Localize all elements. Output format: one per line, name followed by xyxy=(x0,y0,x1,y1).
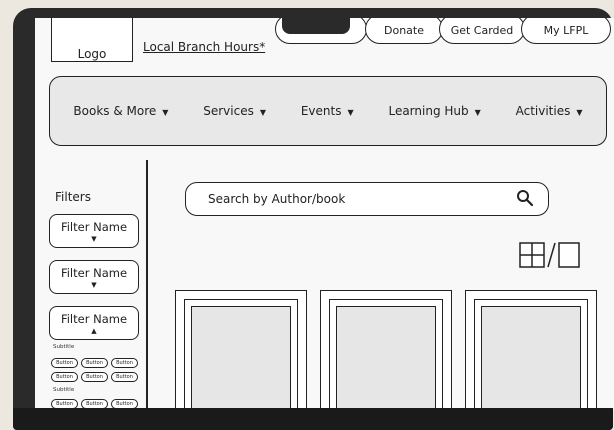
branch-hours-link[interactable]: Local Branch Hours* xyxy=(143,40,265,54)
filter-dropdown-3-expanded[interactable]: Filter Name ▲ xyxy=(49,306,139,340)
filter-option-button[interactable]: Button xyxy=(51,372,78,382)
filter-option-button[interactable]: Button xyxy=(81,372,108,382)
filter-option-button[interactable]: Button xyxy=(111,358,138,368)
chevron-down-icon: ▼ xyxy=(91,235,97,243)
laptop-bezel: Logo Local Branch Hours* Donate Get Card… xyxy=(13,8,614,430)
get-carded-button-label: Get Carded xyxy=(450,24,514,37)
chevron-up-icon: ▲ xyxy=(91,327,97,335)
search-icon[interactable] xyxy=(516,189,534,207)
sidebar-divider xyxy=(146,160,148,410)
filter-name-label: Filter Name xyxy=(60,266,128,280)
chevron-down-icon: ▼ xyxy=(259,108,267,117)
filter-subtitle: Subtitle xyxy=(53,387,75,393)
nav-item-label: Activities xyxy=(515,104,571,118)
filter-name-label: Filter Name xyxy=(60,312,128,326)
donate-button[interactable]: Donate xyxy=(365,18,443,44)
filter-option-button[interactable]: Button xyxy=(51,358,78,368)
search-bar[interactable]: Search by Author/book xyxy=(185,182,549,216)
nav-item-services[interactable]: Services ▼ xyxy=(203,104,266,118)
get-carded-button[interactable]: Get Carded xyxy=(439,18,525,44)
book-card-frame xyxy=(474,299,588,410)
main-nav: Books & More ▼ Services ▼ Events ▼ Learning… xyxy=(49,76,607,146)
filters-title: Filters xyxy=(55,190,91,204)
filter-option-button[interactable]: Button xyxy=(81,358,108,368)
my-account-button[interactable]: My LFPL xyxy=(521,18,611,44)
book-card[interactable] xyxy=(175,290,307,410)
camera-notch xyxy=(282,12,350,34)
grid-view-icon[interactable] xyxy=(519,242,545,268)
nav-item-events[interactable]: Events ▼ xyxy=(301,104,354,118)
view-toggle xyxy=(519,242,580,268)
screen: Logo Local Branch Hours* Donate Get Card… xyxy=(35,18,614,410)
nav-item-label: Services xyxy=(203,104,254,118)
list-view-icon[interactable] xyxy=(558,242,580,268)
logo-text: Logo xyxy=(77,47,107,61)
book-card-frame xyxy=(329,299,443,410)
nav-item-label: Learning Hub xyxy=(388,104,469,118)
chevron-down-icon: ▼ xyxy=(576,108,583,117)
book-card[interactable] xyxy=(465,290,597,410)
book-cover-placeholder xyxy=(481,306,581,410)
filter-name-label: Filter Name xyxy=(60,220,128,234)
nav-item-activities[interactable]: Activities ▼ xyxy=(516,104,583,118)
filter-dropdown-2[interactable]: Filter Name ▼ xyxy=(49,260,139,294)
search-input[interactable]: Search by Author/book xyxy=(208,192,345,206)
nav-item-books-more[interactable]: Books & More ▼ xyxy=(73,104,168,118)
my-account-button-label: My LFPL xyxy=(543,24,589,37)
book-cover-placeholder xyxy=(336,306,436,410)
chevron-down-icon: ▼ xyxy=(347,108,354,117)
book-card-frame xyxy=(184,299,298,410)
chevron-down-icon: ▼ xyxy=(162,108,169,117)
book-cover-placeholder xyxy=(191,306,291,410)
nav-item-label: Events xyxy=(300,104,342,118)
filter-subtitle: Subtitle xyxy=(53,344,75,350)
donate-button-label: Donate xyxy=(384,24,424,37)
filter-option-button[interactable]: Button xyxy=(111,372,138,382)
book-card[interactable] xyxy=(320,290,452,410)
nav-item-learning-hub[interactable]: Learning Hub ▼ xyxy=(388,104,480,118)
filter-dropdown-1[interactable]: Filter Name ▼ xyxy=(49,214,139,248)
nav-item-label: Books & More xyxy=(73,104,157,118)
chevron-down-icon: ▼ xyxy=(474,108,481,117)
chevron-down-icon: ▼ xyxy=(91,281,97,289)
laptop-base xyxy=(13,408,613,430)
logo[interactable]: Logo xyxy=(51,18,133,62)
view-toggle-slash xyxy=(547,242,556,268)
